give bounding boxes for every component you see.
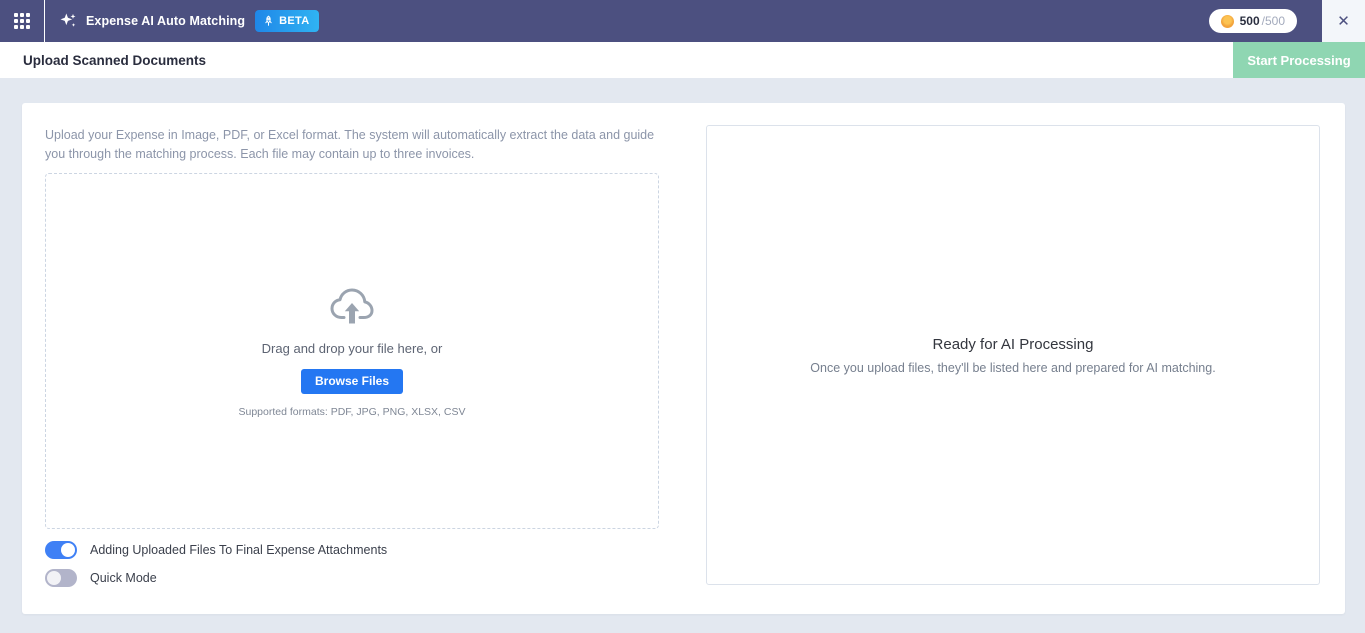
attachments-toggle[interactable] <box>45 541 77 559</box>
app-title: Expense AI Auto Matching <box>86 14 245 28</box>
drag-drop-text: Drag and drop your file here, or <box>262 341 443 356</box>
ai-sparkle-icon <box>58 11 78 31</box>
quick-mode-toggle-row: Quick Mode <box>45 569 157 587</box>
file-dropzone[interactable]: Drag and drop your file here, or Browse … <box>45 173 659 529</box>
close-button[interactable]: ✕ <box>1322 0 1365 42</box>
credits-used: 500 <box>1240 14 1260 28</box>
app-header: Expense AI Auto Matching BETA 500 /500 ✕ <box>0 0 1365 42</box>
expense-ai-auto-matching-window: Expense AI Auto Matching BETA 500 /500 ✕… <box>0 0 1365 633</box>
start-processing-button[interactable]: Start Processing <box>1233 42 1365 78</box>
beta-badge[interactable]: BETA <box>255 10 319 32</box>
upload-instructions: Upload your Expense in Image, PDF, or Ex… <box>45 126 657 163</box>
quick-mode-toggle-label: Quick Mode <box>90 571 157 585</box>
credits-total: /500 <box>1262 14 1285 28</box>
close-icon: ✕ <box>1337 14 1350 29</box>
subheader: Upload Scanned Documents Start Processin… <box>0 42 1365 78</box>
cloud-upload-icon <box>329 285 375 327</box>
toggle-knob <box>61 543 75 557</box>
toggle-knob <box>47 571 61 585</box>
header-divider <box>44 0 45 42</box>
attachments-toggle-row: Adding Uploaded Files To Final Expense A… <box>45 541 387 559</box>
browse-files-button[interactable]: Browse Files <box>301 369 403 394</box>
grid-apps-icon <box>14 13 30 29</box>
upload-card: Upload your Expense in Image, PDF, or Ex… <box>22 103 1345 614</box>
supported-formats-text: Supported formats: PDF, JPG, PNG, XLSX, … <box>238 406 465 418</box>
page-title: Upload Scanned Documents <box>23 42 206 78</box>
coin-icon <box>1221 15 1234 28</box>
ai-processing-queue-panel: Ready for AI Processing Once you upload … <box>706 125 1320 585</box>
attachments-toggle-label: Adding Uploaded Files To Final Expense A… <box>90 543 387 557</box>
app-launcher-button[interactable] <box>0 0 44 42</box>
quick-mode-toggle[interactable] <box>45 569 77 587</box>
credits-counter[interactable]: 500 /500 <box>1209 9 1297 33</box>
queue-title: Ready for AI Processing <box>933 336 1094 353</box>
beta-label: BETA <box>279 15 309 27</box>
rocket-icon <box>263 15 274 27</box>
queue-subtitle: Once you upload files, they'll be listed… <box>810 361 1215 375</box>
